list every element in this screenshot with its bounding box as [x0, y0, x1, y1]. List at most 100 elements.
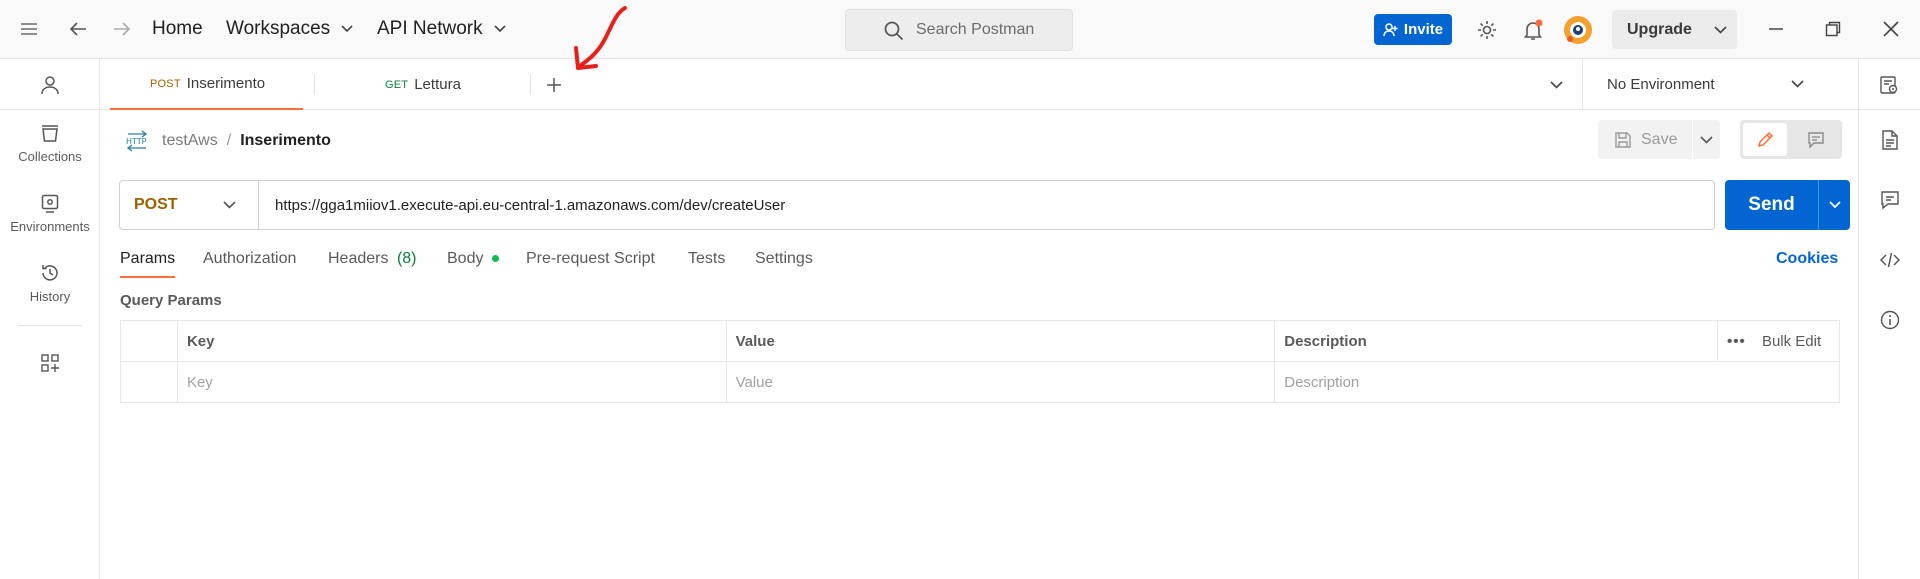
svg-text:HTTP: HTTP	[126, 137, 147, 146]
tab-inserimento[interactable]: POST Inserimento	[110, 59, 303, 110]
tab-name: Inserimento	[186, 75, 266, 92]
user-icon[interactable]	[37, 72, 63, 98]
checkbox-column-header	[120, 320, 178, 362]
sidebar-item-history[interactable]: History	[0, 263, 100, 304]
tab-tests-label: Tests	[688, 250, 726, 267]
workspaces-label: Workspaces	[226, 18, 331, 39]
query-params-title: Query Params	[120, 292, 222, 309]
url-input[interactable]: https://gga1miiov1.execute-api.eu-centra…	[260, 181, 1710, 229]
sidebar-item-label: Environments	[10, 219, 90, 234]
left-sidebar: Collections Environments History	[0, 59, 100, 579]
sidebar-item-label: Collections	[18, 149, 82, 164]
key-input[interactable]: Key	[176, 361, 727, 403]
tab-tests[interactable]: Tests	[688, 250, 725, 268]
close-icon[interactable]	[1880, 18, 1902, 40]
search-icon	[884, 21, 904, 41]
invite-button[interactable]: Invite	[1374, 14, 1452, 45]
tab-body-label: Body	[447, 250, 484, 267]
url-bar: POST https://gga1miiov1.execute-api.eu-c…	[119, 180, 1715, 230]
tab-authorization[interactable]: Authorization	[203, 250, 296, 268]
back-arrow-icon[interactable]	[66, 18, 90, 40]
code-snippet-icon[interactable]	[1878, 248, 1902, 272]
send-options-chevron[interactable]	[1819, 180, 1850, 230]
minimize-icon[interactable]	[1765, 18, 1787, 40]
headers-count-badge: (8)	[396, 250, 417, 267]
chevron-down-icon	[494, 25, 506, 33]
breadcrumb-collection[interactable]: testAws	[162, 132, 218, 150]
documentation-icon[interactable]	[1878, 128, 1902, 152]
active-tab-underline	[120, 276, 176, 278]
workspaces-menu[interactable]: Workspaces	[226, 18, 354, 40]
bell-icon[interactable]	[1520, 17, 1546, 43]
environment-selector[interactable]: No Environment	[1583, 59, 1838, 110]
send-button-group: Send	[1725, 180, 1850, 230]
search-input[interactable]: Search Postman	[845, 9, 1073, 51]
body-indicator-dot	[491, 255, 499, 263]
edit-pencil-icon[interactable]	[1743, 123, 1787, 156]
comment-view-icon[interactable]	[1794, 123, 1838, 156]
restore-window-icon[interactable]	[1822, 18, 1844, 40]
environment-quick-look-icon[interactable]	[1877, 73, 1901, 97]
comments-icon[interactable]	[1878, 188, 1902, 212]
table-header-row: Key Value Description ••• Bulk Edit	[120, 320, 1840, 362]
url-value: https://gga1miiov1.execute-api.eu-centra…	[275, 196, 786, 214]
sidebar-item-label: History	[29, 289, 71, 304]
tab-headers-label: Headers	[328, 250, 389, 267]
tab-prerequest-script[interactable]: Pre-request Script	[526, 250, 655, 268]
breadcrumb-separator: /	[226, 132, 232, 149]
home-label: Home	[152, 18, 203, 39]
avatar[interactable]	[1564, 16, 1592, 44]
env-divider	[1858, 59, 1859, 110]
value-input[interactable]: Value	[725, 361, 1276, 403]
tab-method: GET	[385, 78, 409, 91]
top-bar: Home Workspaces API Network Search Postm…	[0, 0, 1920, 70]
send-button[interactable]: Send	[1725, 180, 1818, 230]
tabs-overflow-chevron-icon[interactable]	[1546, 75, 1566, 95]
send-label: Send	[1748, 194, 1795, 215]
sidebar-item-collections[interactable]: Collections	[0, 123, 100, 164]
save-button[interactable]: Save	[1598, 120, 1692, 159]
chevron-down-icon	[1714, 25, 1727, 34]
tab-settings[interactable]: Settings	[755, 250, 813, 268]
search-placeholder: Search Postman	[916, 21, 1035, 38]
http-request-icon: HTTP	[124, 130, 150, 156]
tab-headers[interactable]: Headers (8)	[328, 250, 417, 268]
breadcrumb-request-name[interactable]: Inserimento	[240, 132, 331, 150]
api-network-menu[interactable]: API Network	[377, 18, 506, 40]
tab-prerequest-label: Pre-request Script	[526, 250, 655, 267]
query-params-table: Key Value Description ••• Bulk Edit Key …	[120, 320, 1840, 403]
collections-icon	[42, 125, 58, 142]
new-tab-plus-icon[interactable]	[543, 74, 565, 96]
table-row: Key Value Description	[120, 361, 1840, 403]
environments-icon	[41, 194, 59, 213]
chevron-down-icon	[341, 25, 354, 33]
upgrade-button[interactable]: Upgrade	[1612, 10, 1737, 49]
info-icon[interactable]	[1878, 308, 1902, 332]
configure-workbench-icon[interactable]	[38, 351, 62, 375]
tab-params-label: Params	[120, 250, 176, 267]
tab-params[interactable]: Params	[120, 250, 176, 278]
tab-divider	[530, 75, 531, 95]
sidebar-divider	[0, 109, 100, 110]
tab-body[interactable]: Body	[447, 250, 499, 268]
bulk-edit-button[interactable]: Bulk Edit	[1762, 333, 1821, 350]
more-options-icon[interactable]: •••	[1727, 333, 1746, 350]
menu-icon[interactable]	[18, 20, 40, 38]
sidebar-item-environments[interactable]: Environments	[0, 193, 100, 234]
gear-icon[interactable]	[1474, 17, 1500, 43]
column-header-key: Key	[176, 320, 727, 362]
tab-lettura[interactable]: GET Lettura	[315, 59, 508, 110]
tab-authorization-label: Authorization	[203, 250, 297, 267]
row-checkbox-cell	[120, 361, 178, 403]
cookies-link[interactable]: Cookies	[1776, 250, 1838, 268]
description-input[interactable]: Description	[1274, 361, 1840, 403]
save-label: Save	[1641, 130, 1678, 148]
cookies-label: Cookies	[1776, 250, 1839, 267]
save-options-chevron[interactable]	[1693, 120, 1720, 159]
right-sidebar	[1858, 110, 1920, 579]
method-select[interactable]: POST	[120, 181, 259, 229]
forward-arrow-icon[interactable]	[110, 18, 134, 40]
home-link[interactable]: Home	[152, 18, 203, 40]
sidebar-divider	[18, 325, 82, 326]
request-tabs-bar: POST Inserimento GET Lettura No Environm…	[100, 59, 1920, 110]
